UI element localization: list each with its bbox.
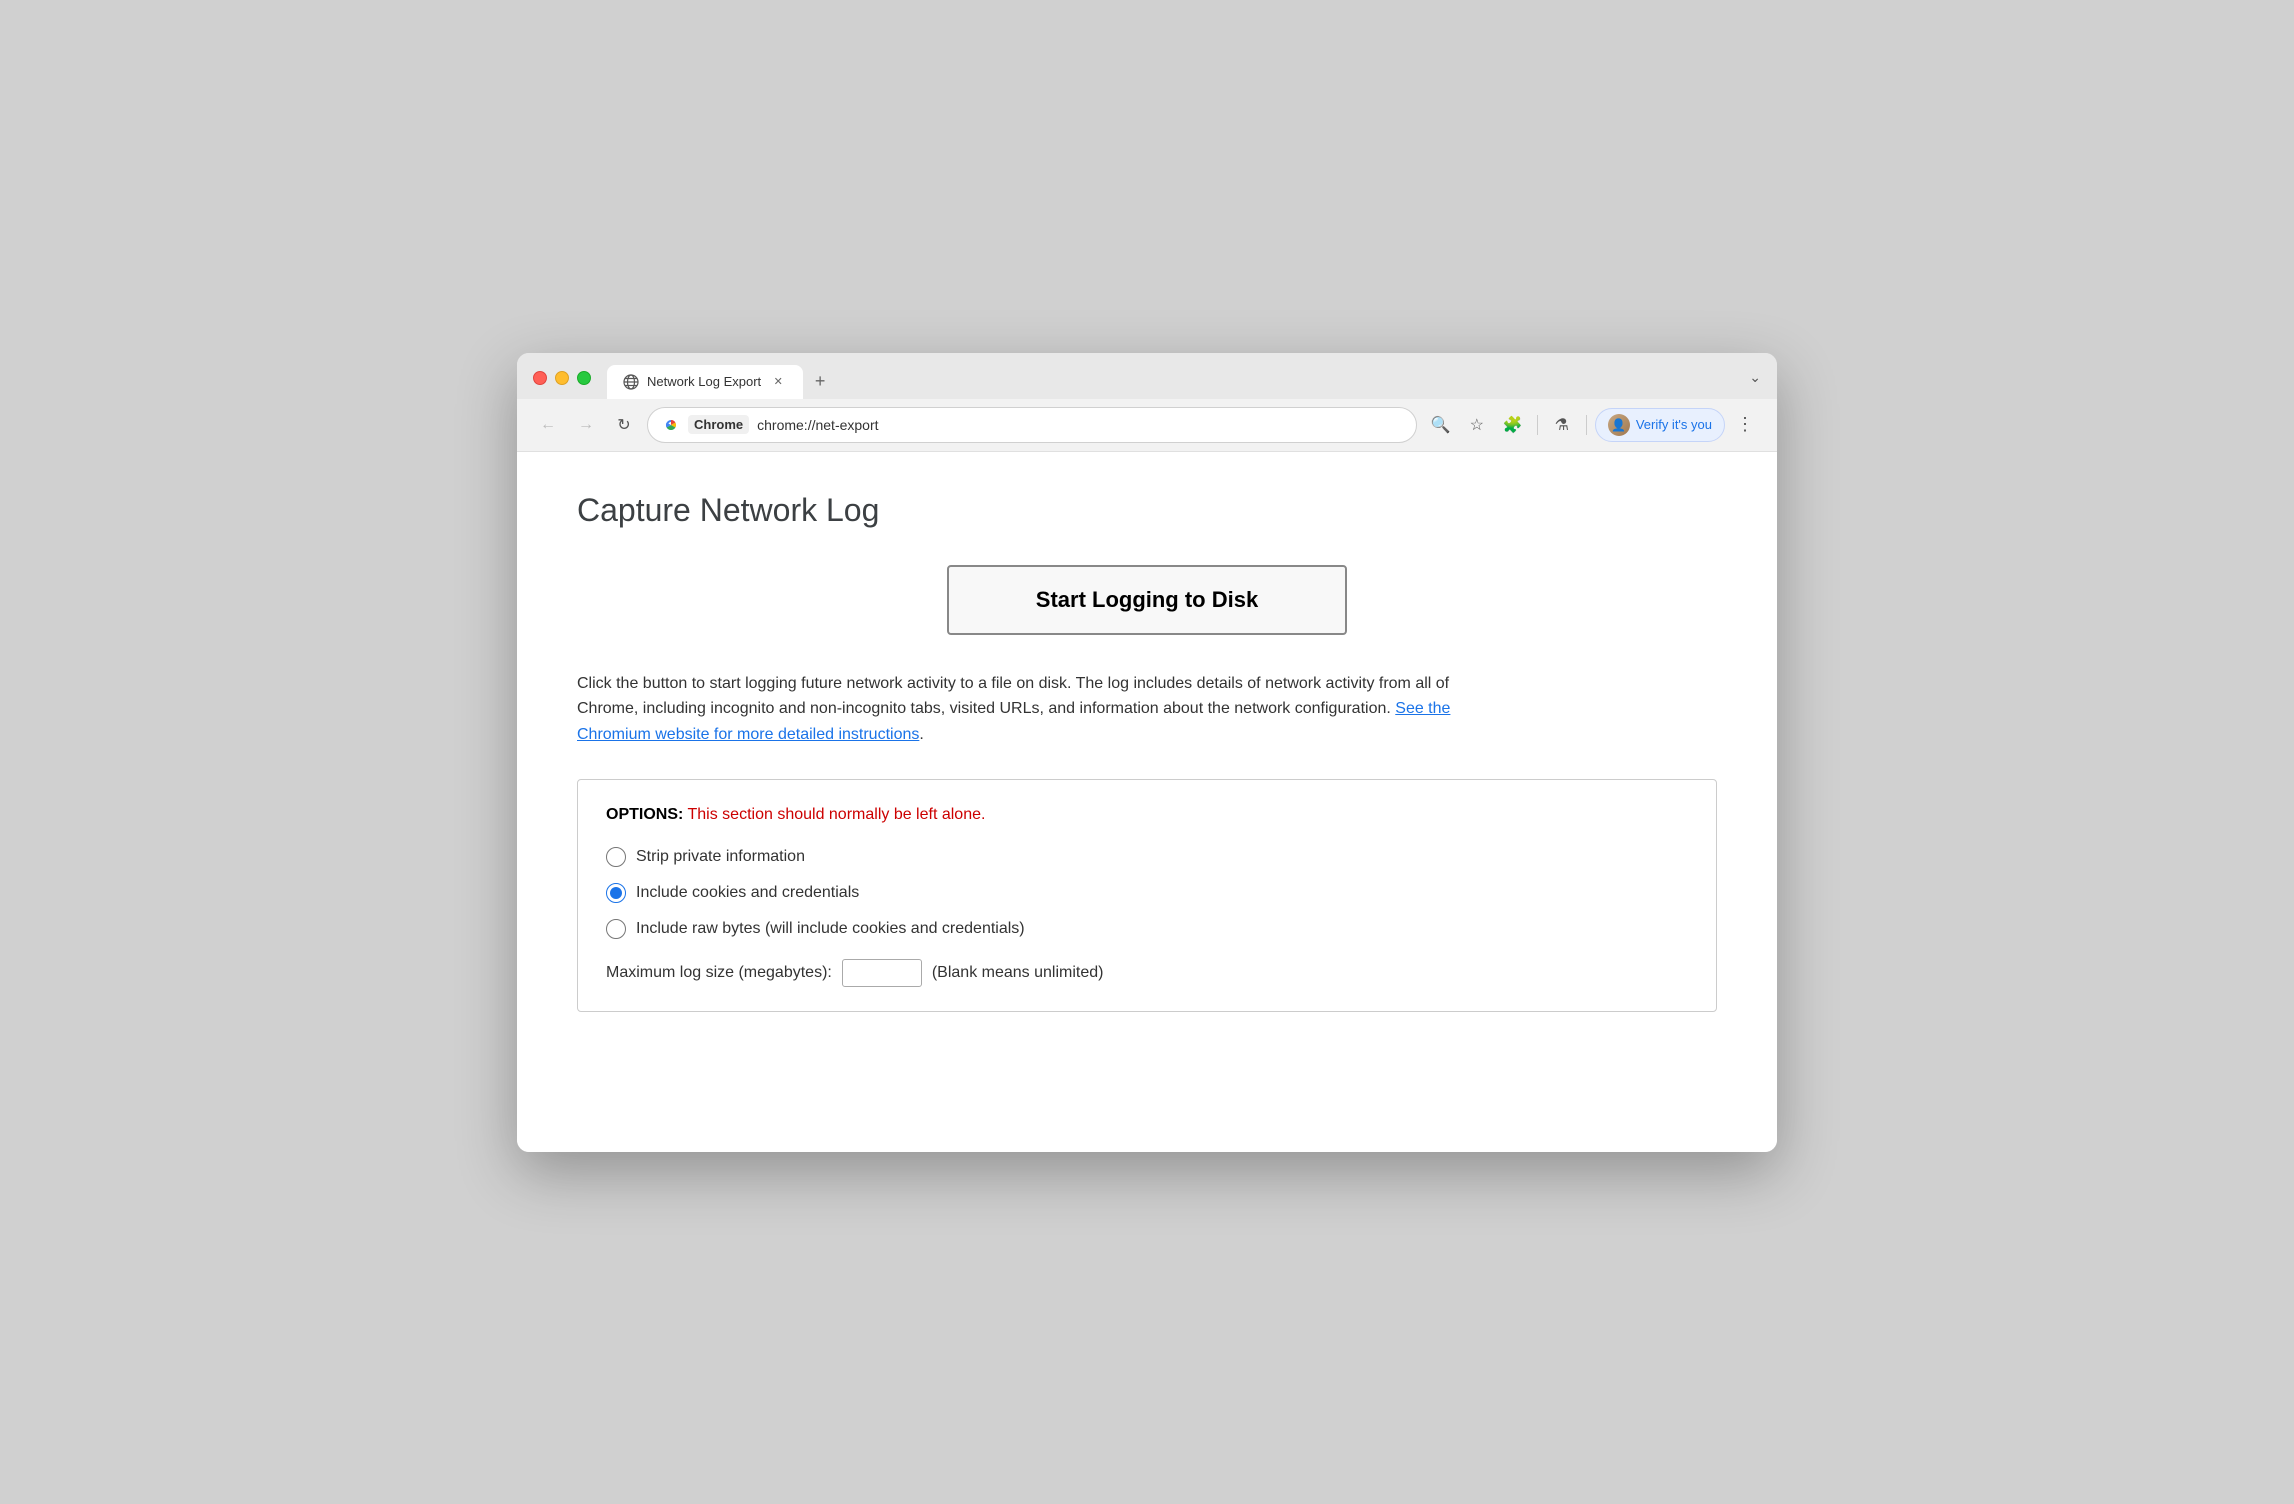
avatar: 👤: [1608, 414, 1630, 436]
window-controls-right: ⌄: [1749, 369, 1761, 394]
menu-icon: ⋮: [1736, 414, 1754, 435]
globe-icon: [623, 374, 639, 390]
options-header-bold: OPTIONS:: [606, 806, 683, 823]
toolbar-icons: 🔍 ☆ 🧩 ⚗ 👤 Verify it's you ⋮: [1425, 408, 1761, 442]
flask-icon: ⚗: [1555, 415, 1569, 435]
tab-close-button[interactable]: ✕: [769, 373, 787, 391]
close-button[interactable]: [533, 371, 547, 385]
menu-button[interactable]: ⋮: [1729, 409, 1761, 441]
reload-icon: ↻: [617, 415, 630, 435]
radio-item-cookies[interactable]: Include cookies and credentials: [606, 883, 1688, 903]
verify-button[interactable]: 👤 Verify it's you: [1595, 408, 1725, 442]
active-tab[interactable]: Network Log Export ✕: [607, 365, 803, 399]
max-size-hint: (Blank means unlimited): [932, 964, 1104, 982]
link-suffix: .: [919, 726, 923, 743]
forward-button[interactable]: →: [571, 410, 601, 440]
bookmark-button[interactable]: ☆: [1461, 409, 1493, 441]
forward-icon: →: [578, 416, 594, 434]
minimize-button[interactable]: [555, 371, 569, 385]
back-icon: ←: [540, 416, 556, 434]
title-bar: Network Log Export ✕ + ⌄: [517, 353, 1777, 399]
radio-group: Strip private information Include cookie…: [606, 847, 1688, 939]
window-chevron-icon[interactable]: ⌄: [1749, 369, 1761, 386]
max-size-row: Maximum log size (megabytes): (Blank mea…: [606, 959, 1688, 987]
radio-rawbytes[interactable]: [606, 919, 626, 939]
description-text: Click the button to start logging future…: [577, 671, 1477, 748]
star-icon: ☆: [1470, 415, 1484, 435]
options-box: OPTIONS: This section should normally be…: [577, 779, 1717, 1011]
max-size-input[interactable]: [842, 959, 922, 987]
page-content: Capture Network Log Start Logging to Dis…: [517, 452, 1777, 1152]
radio-item-strip[interactable]: Strip private information: [606, 847, 1688, 867]
zoom-icon: 🔍: [1431, 415, 1451, 435]
radio-item-rawbytes[interactable]: Include raw bytes (will include cookies …: [606, 919, 1688, 939]
extension-icon: 🧩: [1503, 415, 1523, 435]
chrome-logo-icon: [662, 416, 680, 434]
back-button[interactable]: ←: [533, 410, 563, 440]
radio-cookies[interactable]: [606, 883, 626, 903]
zoom-button[interactable]: 🔍: [1425, 409, 1457, 441]
max-size-label: Maximum log size (megabytes):: [606, 964, 832, 982]
toolbar-divider: [1537, 415, 1538, 435]
options-header: OPTIONS: This section should normally be…: [606, 804, 1688, 826]
chrome-label: Chrome: [688, 415, 749, 434]
tab-title: Network Log Export: [647, 374, 761, 389]
url-text: chrome://net-export: [757, 417, 1402, 433]
start-logging-button[interactable]: Start Logging to Disk: [947, 565, 1347, 635]
description-body: Click the button to start logging future…: [577, 675, 1449, 718]
traffic-lights: [533, 371, 591, 393]
verify-label: Verify it's you: [1636, 417, 1712, 432]
options-header-warning: This section should normally be left alo…: [683, 806, 985, 823]
radio-cookies-label: Include cookies and credentials: [636, 884, 859, 902]
browser-window: Network Log Export ✕ + ⌄ ← → ↻: [517, 353, 1777, 1152]
extension-button[interactable]: 🧩: [1497, 409, 1529, 441]
flask-button[interactable]: ⚗: [1546, 409, 1578, 441]
page-title: Capture Network Log: [577, 492, 1717, 529]
radio-strip[interactable]: [606, 847, 626, 867]
new-tab-button[interactable]: +: [805, 367, 835, 397]
maximize-button[interactable]: [577, 371, 591, 385]
address-bar[interactable]: Chrome chrome://net-export: [647, 407, 1417, 443]
toolbar-divider-2: [1586, 415, 1587, 435]
reload-button[interactable]: ↻: [609, 410, 639, 440]
radio-strip-label: Strip private information: [636, 848, 805, 866]
radio-rawbytes-label: Include raw bytes (will include cookies …: [636, 920, 1025, 938]
toolbar: ← → ↻ Chrome chrome://net-export 🔍: [517, 399, 1777, 452]
tabs-row: Network Log Export ✕ +: [607, 365, 1733, 399]
